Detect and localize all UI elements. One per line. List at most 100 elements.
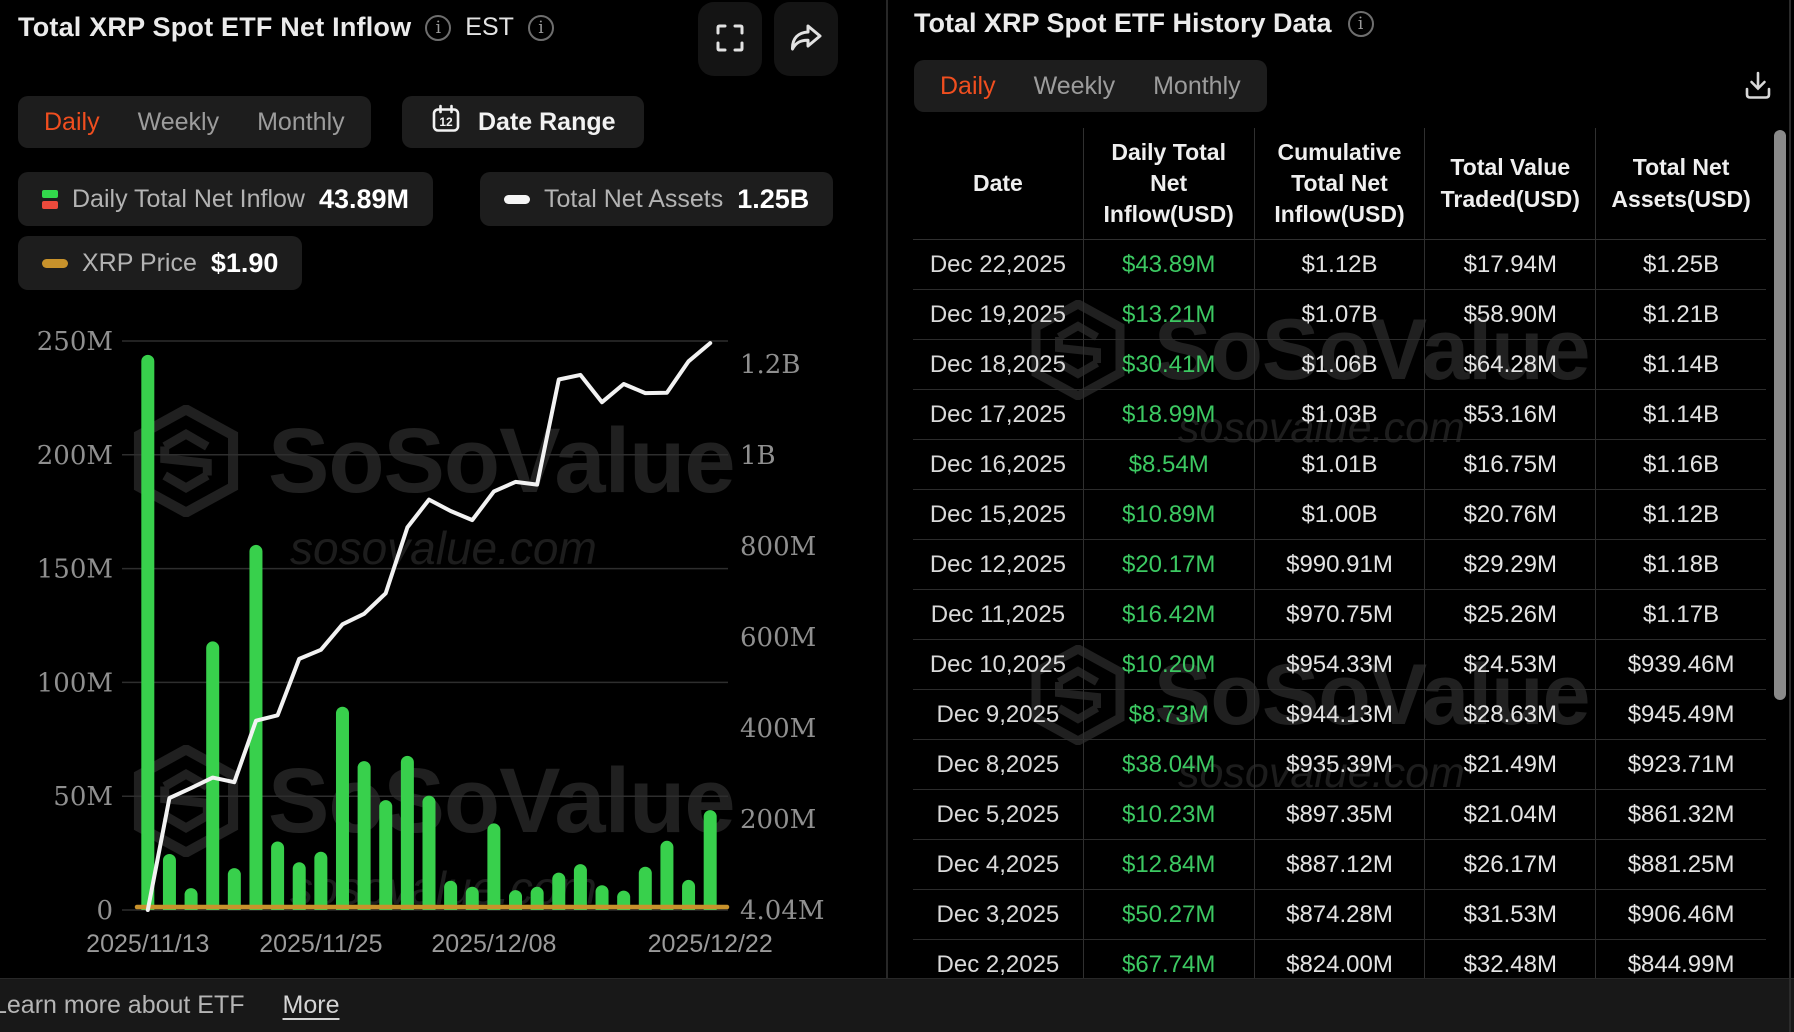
cell-value: $1.21B <box>1595 290 1766 339</box>
svg-text:12: 12 <box>439 115 453 129</box>
tab-weekly[interactable]: Weekly <box>1034 72 1116 101</box>
cell-date: Dec 11,2025 <box>913 590 1083 639</box>
cell-value: $20.76M <box>1424 490 1595 539</box>
table-row[interactable]: Dec 3,2025$50.27M$874.28M$31.53M$906.46M <box>913 890 1766 940</box>
table-row[interactable]: Dec 19,2025$13.21M$1.07B$58.90M$1.21B <box>913 290 1766 340</box>
cell-value: $18.99M <box>1083 390 1254 439</box>
cell-value: $16.75M <box>1424 440 1595 489</box>
line-series-icon <box>504 195 530 204</box>
cell-value: $1.12B <box>1595 490 1766 539</box>
info-icon[interactable] <box>425 15 451 41</box>
cell-value: $897.35M <box>1254 790 1425 839</box>
info-icon[interactable] <box>1348 11 1374 37</box>
cell-value: $939.46M <box>1595 640 1766 689</box>
page-title: Total XRP Spot ETF Net Inflow <box>18 12 411 43</box>
svg-text:400M: 400M <box>740 714 816 744</box>
cell-value: $1.16B <box>1595 440 1766 489</box>
table-row[interactable]: Dec 8,2025$38.04M$935.39M$21.49M$923.71M <box>913 740 1766 790</box>
legend-label: XRP Price <box>82 249 197 278</box>
history-period-tabs: Daily Weekly Monthly <box>914 60 1267 112</box>
svg-text:1B: 1B <box>740 441 776 471</box>
table-row[interactable]: Dec 12,2025$20.17M$990.91M$29.29M$1.18B <box>913 540 1766 590</box>
table-row[interactable]: Dec 16,2025$8.54M$1.01B$16.75M$1.16B <box>913 440 1766 490</box>
cell-value: $30.41M <box>1083 340 1254 389</box>
info-icon[interactable] <box>528 15 554 41</box>
cell-value: $945.49M <box>1595 690 1766 739</box>
chart-header: Total XRP Spot ETF Net Inflow EST <box>18 12 554 43</box>
cell-value: $1.17B <box>1595 590 1766 639</box>
svg-text:2025/11/25: 2025/11/25 <box>259 930 382 958</box>
cell-value: $1.07B <box>1254 290 1425 339</box>
svg-text:250M: 250M <box>37 327 113 357</box>
svg-text:600M: 600M <box>740 623 816 653</box>
legend-total-net-assets[interactable]: Total Net Assets 1.25B <box>480 172 833 226</box>
svg-text:1.2B: 1.2B <box>740 350 800 380</box>
scrollbar-thumb[interactable] <box>1774 130 1786 700</box>
download-icon <box>1741 68 1775 105</box>
history-panel: Total XRP Spot ETF History Data Daily We… <box>888 0 1794 1032</box>
fullscreen-icon <box>715 23 745 56</box>
fullscreen-button[interactable] <box>698 2 762 76</box>
svg-text:2025/12/22: 2025/12/22 <box>648 930 773 958</box>
bar-line-chart[interactable]: 050M100M150M200M250M4.04M200M400M600M800… <box>0 290 886 980</box>
download-button[interactable] <box>1734 62 1782 110</box>
xrp-etf-dashboard: Total XRP Spot ETF Net Inflow EST Da <box>0 0 1794 1032</box>
svg-text:800M: 800M <box>740 532 816 562</box>
more-link[interactable]: More <box>283 991 340 1020</box>
chart-period-tabs: Daily Weekly Monthly <box>18 96 371 148</box>
table-row[interactable]: Dec 10,2025$10.20M$954.33M$24.53M$939.46… <box>913 640 1766 690</box>
cell-date: Dec 10,2025 <box>913 640 1083 689</box>
tab-monthly[interactable]: Monthly <box>1153 72 1241 101</box>
legend-value: $1.90 <box>211 248 279 279</box>
table-row[interactable]: Dec 5,2025$10.23M$897.35M$21.04M$861.32M <box>913 790 1766 840</box>
cell-value: $1.06B <box>1254 340 1425 389</box>
date-range-button[interactable]: 12 Date Range <box>402 96 644 148</box>
cell-value: $1.25B <box>1595 240 1766 289</box>
cell-value: $954.33M <box>1254 640 1425 689</box>
table-row[interactable]: Dec 18,2025$30.41M$1.06B$64.28M$1.14B <box>913 340 1766 390</box>
legend-xrp-price[interactable]: XRP Price $1.90 <box>18 236 302 290</box>
tab-weekly[interactable]: Weekly <box>138 108 220 137</box>
cell-value: $12.84M <box>1083 840 1254 889</box>
cell-value: $1.12B <box>1254 240 1425 289</box>
cell-value: $935.39M <box>1254 740 1425 789</box>
tab-daily[interactable]: Daily <box>44 108 100 137</box>
footer-text: Learn more about ETF <box>0 991 245 1020</box>
cell-date: Dec 19,2025 <box>913 290 1083 339</box>
tab-monthly[interactable]: Monthly <box>257 108 345 137</box>
scrollbar-track[interactable] <box>1789 0 1791 1032</box>
cell-value: $1.03B <box>1254 390 1425 439</box>
svg-text:200M: 200M <box>740 805 816 835</box>
column-header: Cumulative Total Net Inflow(USD) <box>1254 128 1425 239</box>
table-row[interactable]: Dec 9,2025$8.73M$944.13M$28.63M$945.49M <box>913 690 1766 740</box>
table-body: Dec 22,2025$43.89M$1.12B$17.94M$1.25BDec… <box>913 240 1766 990</box>
column-header: Date <box>913 128 1083 239</box>
legend-label: Daily Total Net Inflow <box>72 185 305 214</box>
cell-value: $16.42M <box>1083 590 1254 639</box>
table-row[interactable]: Dec 15,2025$10.89M$1.00B$20.76M$1.12B <box>913 490 1766 540</box>
table-row[interactable]: Dec 22,2025$43.89M$1.12B$17.94M$1.25B <box>913 240 1766 290</box>
table-row[interactable]: Dec 17,2025$18.99M$1.03B$53.16M$1.14B <box>913 390 1766 440</box>
legend-daily-net-inflow[interactable]: Daily Total Net Inflow 43.89M <box>18 172 433 226</box>
cell-value: $1.14B <box>1595 390 1766 439</box>
cell-date: Dec 8,2025 <box>913 740 1083 789</box>
share-button[interactable] <box>774 2 838 76</box>
cell-date: Dec 18,2025 <box>913 340 1083 389</box>
cell-date: Dec 17,2025 <box>913 390 1083 439</box>
cell-value: $29.29M <box>1424 540 1595 589</box>
table-header-row: DateDaily Total Net Inflow(USD)Cumulativ… <box>913 128 1766 240</box>
calendar-icon: 12 <box>430 103 462 142</box>
history-title: Total XRP Spot ETF History Data <box>914 8 1332 39</box>
column-header: Total Value Traded(USD) <box>1424 128 1595 239</box>
panel-divider <box>886 0 888 1032</box>
svg-text:2025/11/13: 2025/11/13 <box>86 930 209 958</box>
table-row[interactable]: Dec 11,2025$16.42M$970.75M$25.26M$1.17B <box>913 590 1766 640</box>
cell-value: $881.25M <box>1595 840 1766 889</box>
cell-value: $28.63M <box>1424 690 1595 739</box>
table-row[interactable]: Dec 4,2025$12.84M$887.12M$26.17M$881.25M <box>913 840 1766 890</box>
date-range-label: Date Range <box>478 108 616 137</box>
legend-value: 1.25B <box>737 184 809 215</box>
cell-value: $26.17M <box>1424 840 1595 889</box>
legend-value: 43.89M <box>319 184 409 215</box>
tab-daily[interactable]: Daily <box>940 72 996 101</box>
